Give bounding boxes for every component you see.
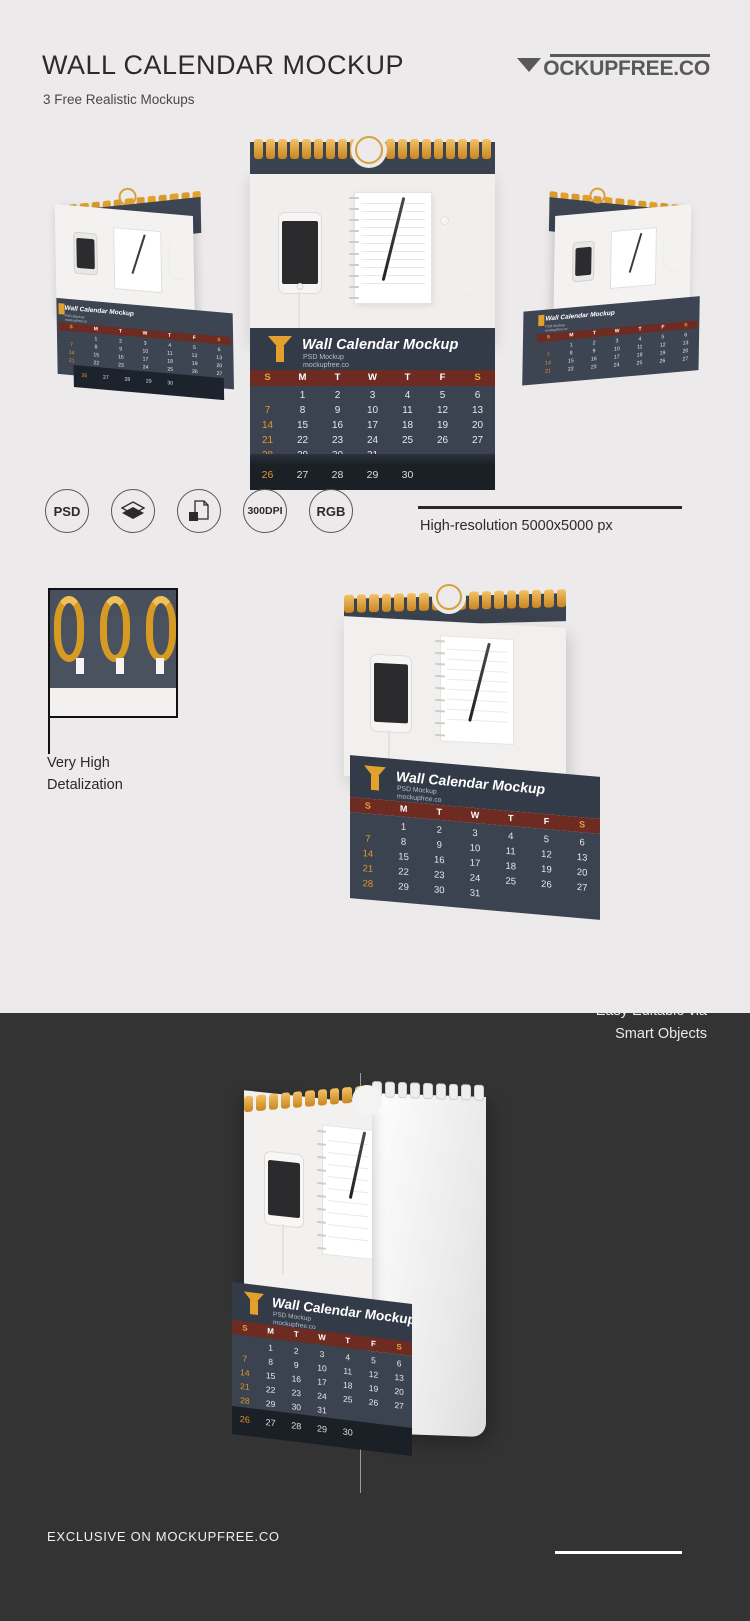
notebook-spiral-smart	[317, 1124, 326, 1255]
brand-logo: OCKUPFREE.CO	[516, 56, 710, 81]
earphones-photo-large	[522, 669, 550, 737]
calendar-grid-page-right: Wall Calendar Mockup PSD Mockup mockupfre…	[522, 296, 700, 386]
detail-caption: Very High Detalization	[47, 755, 123, 793]
detail-white-band	[50, 688, 176, 716]
notebook-spiral-center	[349, 192, 359, 304]
page-title: WALL CALENDAR MOCKUP	[42, 50, 405, 80]
calendar-photo-page-smart	[244, 1090, 372, 1312]
calendar-mockup-left: Wall Calendar Mockup PSD Mockup mockupfre…	[46, 187, 234, 401]
weekday-mon: M	[298, 372, 307, 383]
phone-photo-smart	[264, 1150, 304, 1229]
calendar-logo-m-icon	[268, 336, 292, 362]
calendar-next-month-row-center: 26 27 28 29 30	[250, 464, 495, 490]
calendar-photo-page-center	[250, 174, 495, 344]
notebook-photo-center	[354, 192, 432, 304]
phone-photo-center	[278, 212, 322, 294]
calendar-week-row: 7 8 9 10 11 12 13	[264, 405, 484, 416]
calendar-sub2: mockupfree.co	[303, 362, 349, 369]
calendar-mockup-center: Wall Calendar Mockup PSD Mockup mockupfr…	[250, 132, 495, 490]
calendar-mockup-smart-object: Wall Calendar Mockup PSD Mockup mockupfr…	[200, 1065, 510, 1485]
rgb-badge: RGB	[309, 489, 353, 533]
resolution-label: High-resolution 5000x5000 px	[420, 518, 613, 534]
footer-credit: EXCLUSIVE ON MOCKUPFREE.CO	[47, 1529, 280, 1544]
phone-photo-large	[370, 653, 412, 734]
detail-punch-holes	[76, 658, 176, 674]
phone-photo-right	[572, 240, 595, 283]
brand-name: OCKUPFREE.CO	[543, 57, 710, 80]
smart-object-tagline: Easy Editable via Smart Objects	[595, 1003, 707, 1042]
calendar-logo-m-icon-smart	[244, 1291, 264, 1316]
calendar-mockup-right: Wall Calendar Mockup PSD Mockup mockupfre…	[522, 187, 701, 386]
weekday-wed: W	[368, 372, 377, 383]
layers-icon	[111, 489, 155, 533]
hanger-circle-smart	[352, 1085, 382, 1115]
calendar-dates-panel-center: 1 2 3 4 5 6 7 8 9 10 11 12 13 14 15 16 1…	[250, 386, 495, 464]
calendar-sub1: PSD Mockup	[303, 354, 344, 361]
weekday-sun: S	[264, 372, 271, 383]
calendar-mockup-large: Wall Calendar Mockup PSD Mockup mockupfr…	[330, 578, 620, 948]
resolution-divider	[418, 506, 682, 509]
earphone-bud-center	[440, 216, 449, 225]
phone-photo-left	[73, 231, 98, 276]
calendar-week-row: 14 15 16 17 18 19 20	[261, 420, 484, 431]
calendar-info-panel-center: Wall Calendar Mockup PSD Mockup mockupfr…	[250, 328, 495, 370]
calendar-title: Wall Calendar Mockup	[302, 337, 459, 353]
weekday-fri: F	[439, 372, 446, 383]
notebook-photo-smart	[322, 1124, 372, 1260]
weekday-tue: T	[334, 372, 341, 383]
detail-connector-line	[48, 718, 50, 754]
footer-accent-line	[555, 1551, 682, 1554]
calendar-week-row: 21 22 23 24 25 26 27	[261, 435, 484, 446]
earphones-photo-right	[662, 237, 678, 273]
brand-m-icon	[516, 56, 542, 81]
hanger-ring-large	[436, 584, 462, 610]
calendar-weekday-header-center: S M T W T F S	[250, 370, 495, 386]
calendar-logo-m-icon-large	[364, 765, 386, 791]
mockup-presentation-page: WALL CALENDAR MOCKUP 3 Free Realistic Mo…	[0, 0, 750, 1621]
phone-cable-smart	[282, 1224, 284, 1275]
smart-object-icon	[177, 489, 221, 533]
light-section: WALL CALENDAR MOCKUP 3 Free Realistic Mo…	[0, 0, 750, 1013]
earphones-photo-center	[444, 220, 474, 290]
notebook-spiral-large	[435, 635, 445, 742]
calendar-week-row: 1 2 3 4 5 6	[299, 390, 481, 401]
page-subtitle: 3 Free Realistic Mockups	[43, 92, 195, 107]
dpi-badge: 300 DPI	[243, 489, 287, 533]
weekday-thu: T	[404, 372, 411, 383]
earphones-photo-left	[167, 243, 185, 282]
feature-badges: PSD 300 DPI RGB	[45, 489, 353, 533]
psd-badge: PSD	[45, 489, 89, 533]
hanger-ring-outline-center	[355, 136, 383, 164]
detail-zoom-box	[48, 588, 178, 718]
weekday-sat: S	[474, 372, 481, 383]
